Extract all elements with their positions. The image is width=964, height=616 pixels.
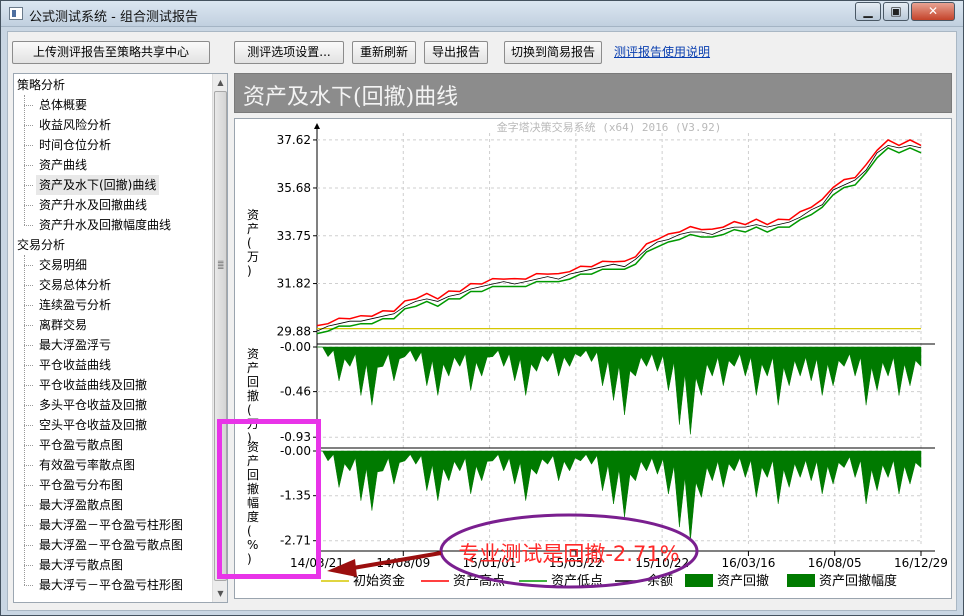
tree-item[interactable]: 最大浮盈－平仓盈亏柱形图 (23, 515, 186, 535)
chart-area[interactable]: 金字塔决策交易系统 (x64) 2016 (V3.92) 资产(万) 资产回撤(万)… (234, 118, 952, 599)
highlight-box (217, 419, 321, 579)
y-tick-label: 33.75 (277, 229, 311, 243)
window-title: 公式测试系统 - 组合测试报告 (29, 10, 198, 25)
y-axis-arrow-icon (314, 123, 320, 129)
x-tick-label: 16/03/16 (721, 556, 775, 570)
options-button[interactable]: 测评选项设置... (234, 41, 344, 64)
y-axis-label-char: ( (247, 403, 252, 417)
tree-item[interactable]: 空头平仓收益及回撤 (23, 415, 150, 435)
legend-label: 资产回撤 (717, 573, 769, 589)
scroll-down-icon[interactable]: ▼ (214, 586, 227, 601)
app-window: 公式测试系统 - 组合测试报告 ▁ ▣ ✕ 上传测评报告至策略共享中心 测评选项… (0, 0, 964, 616)
tree-item[interactable]: 连续盈亏分析 (23, 295, 114, 315)
chart-svg: 金字塔决策交易系统 (x64) 2016 (V3.92)资产(万)资产回撤(万)… (247, 120, 948, 589)
title-bar[interactable]: 公式测试系统 - 组合测试报告 ▁ ▣ ✕ (1, 1, 963, 27)
refresh-button[interactable]: 重新刷新 (352, 41, 416, 64)
tree-item[interactable]: 时间仓位分析 (23, 135, 114, 155)
tree-item[interactable]: 平仓收益曲线 (23, 355, 114, 375)
tree-item[interactable]: 收益风险分析 (23, 115, 114, 135)
legend-label: 资产回撤幅度 (819, 573, 897, 589)
asset-low-line (316, 147, 922, 335)
asset-high-line (316, 138, 922, 327)
x-tick-label: 16/12/29 (894, 556, 948, 570)
tree-connector (24, 255, 25, 585)
tree-group[interactable]: 策略分析 (17, 75, 65, 95)
tree-connector (24, 95, 25, 225)
y-axis-label-char: 万 (247, 250, 259, 264)
app-icon (9, 7, 23, 20)
y-tick-label: 37.62 (277, 133, 311, 147)
tree-item[interactable]: 交易明细 (23, 255, 90, 275)
tree-item[interactable]: 交易总体分析 (23, 275, 114, 295)
y-axis-label-char: 资 (247, 208, 259, 222)
legend-label: 初始资金 (353, 573, 405, 589)
y-axis-label-char: 回 (247, 375, 259, 389)
help-link[interactable]: 测评报告使用说明 (614, 43, 710, 60)
report-tree: 策略分析 总体概要 收益风险分析 时间仓位分析 资产曲线 资产及水下(回撤)曲线 资产升水及… (13, 73, 228, 603)
x-tick-label: 16/08/05 (808, 556, 862, 570)
toolbar: 上传测评报告至策略共享中心 测评选项设置... 重新刷新 导出报告 切换到简易报… (8, 32, 956, 70)
tree-item[interactable]: 资产升水及回撤曲线 (23, 195, 150, 215)
y-axis-label-char: 资 (247, 347, 259, 361)
y-axis-label-char: 产 (247, 361, 259, 375)
tree-item[interactable]: 最大浮亏－平仓盈亏柱形图 (23, 575, 186, 595)
legend-box-icon (685, 574, 713, 587)
tree-group[interactable]: 交易分析 (17, 235, 65, 255)
main-client: 上传测评报告至策略共享中心 测评选项设置... 重新刷新 导出报告 切换到简易报… (7, 31, 957, 611)
tree-item[interactable]: 平仓盈亏分布图 (23, 475, 126, 495)
simple-report-button[interactable]: 切换到简易报告 (504, 41, 602, 64)
y-tick-label: -0.46 (280, 385, 311, 399)
chart-watermark: 金字塔决策交易系统 (x64) 2016 (V3.92) (497, 120, 722, 134)
tree-item[interactable]: 最大浮盈－平仓盈亏散点图 (23, 535, 186, 555)
tree-item[interactable]: 有效盈亏率散点图 (23, 455, 138, 475)
scroll-up-icon[interactable]: ▲ (214, 75, 227, 90)
tree-item[interactable]: 资产升水及回撤幅度曲线 (23, 215, 174, 235)
tree-item[interactable]: 资产及水下(回撤)曲线 (23, 175, 160, 195)
y-axis-label-char: ) (247, 264, 252, 278)
tree-item[interactable]: 资产曲线 (23, 155, 90, 175)
upload-report-button[interactable]: 上传测评报告至策略共享中心 (12, 41, 210, 64)
y-tick-label: 29.88 (277, 325, 311, 339)
chart-header-title: 资产及水下(回撤)曲线 (243, 85, 459, 110)
legend-box-icon (787, 574, 815, 587)
drawdown-area (317, 346, 922, 435)
y-axis-label: 资产(万) (247, 208, 259, 278)
tree-item[interactable]: 离群交易 (23, 315, 90, 335)
y-axis-label-char: ( (247, 236, 252, 250)
close-button[interactable]: ✕ (911, 2, 955, 21)
balance-line (316, 144, 922, 332)
grip-icon: ═ ═ ═ (218, 258, 224, 274)
y-tick-label: 31.82 (277, 277, 311, 291)
tree-item[interactable]: 最大浮盈散点图 (23, 495, 126, 515)
chart-header: 资产及水下(回撤)曲线 (234, 73, 952, 113)
tree-item[interactable]: 最大浮盈浮亏 (23, 335, 114, 355)
tree-item[interactable]: 多头平仓收益及回撤 (23, 395, 150, 415)
tree-item[interactable]: 总体概要 (23, 95, 90, 115)
y-axis-label-char: 撤 (247, 388, 259, 403)
tree-item[interactable]: 最大浮亏散点图 (23, 555, 126, 575)
y-tick-label: 35.68 (277, 181, 311, 195)
y-tick-label: -0.00 (280, 340, 311, 354)
callout-text: 专业测试是回撤-2.71% (458, 542, 679, 566)
export-report-button[interactable]: 导出报告 (424, 41, 488, 64)
y-axis-label-char: 产 (247, 222, 259, 236)
tree-item[interactable]: 平仓收益曲线及回撤 (23, 375, 150, 395)
tree-item[interactable]: 平仓盈亏散点图 (23, 435, 126, 455)
minimize-button[interactable]: ▁ (855, 2, 881, 21)
maximize-button[interactable]: ▣ (883, 2, 909, 21)
